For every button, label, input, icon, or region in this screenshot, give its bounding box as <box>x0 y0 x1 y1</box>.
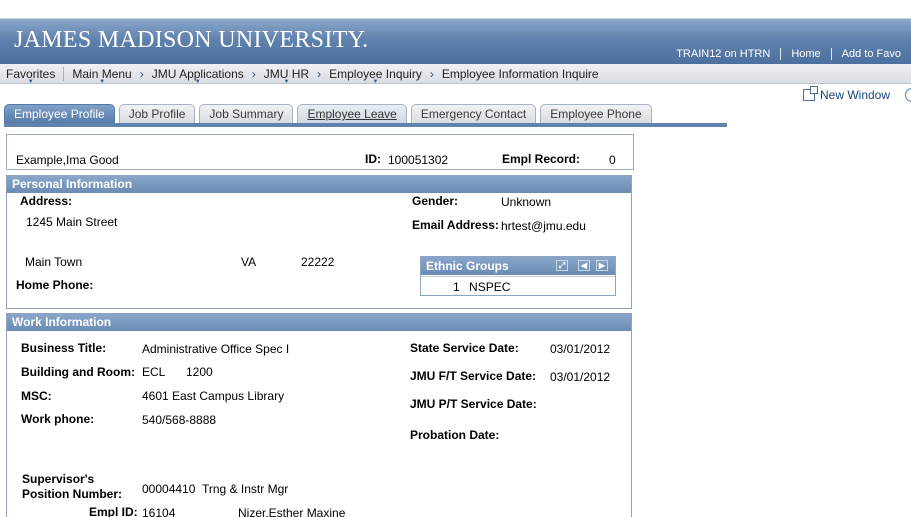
main-menu[interactable]: Main Menu ▼ <box>66 67 137 85</box>
supervisor-label-line2: Position Number: <box>22 487 123 501</box>
address-label: Address: <box>20 194 73 208</box>
tab-underline <box>4 123 727 127</box>
building-value: ECL <box>142 365 166 379</box>
chevron-down-icon: ▼ <box>283 78 290 85</box>
breadcrumb-employee-inquiry[interactable]: Employee Inquiry ▼ <box>323 67 428 85</box>
chevron-right-icon: › <box>429 66 434 81</box>
home-link[interactable]: Home <box>781 48 830 60</box>
banner-links: TRAIN12 on HTRN Home Add to Favo <box>666 48 911 60</box>
ethnic-groups-title: Ethnic Groups <box>426 259 509 273</box>
list-item: 1 NSPEC <box>453 280 510 294</box>
tab-employee-profile[interactable]: Employee Profile <box>4 104 115 124</box>
breadcrumb: Favorites ▼ Main Menu ▼ › JMU Applicatio… <box>0 64 911 85</box>
supervisor-name: Nizer,Esther Maxine <box>238 506 346 517</box>
ft-service-date-label: JMU F/T Service Date: <box>410 369 537 383</box>
environment-label: TRAIN12 on HTRN <box>676 48 771 60</box>
supervisor-label-line1: Supervisor's <box>22 472 95 486</box>
empl-record-label: Empl Record: <box>502 152 581 166</box>
ethnic-group-value: NSPEC <box>469 280 511 294</box>
business-title-value: Administrative Office Spec I <box>142 342 290 356</box>
help-icon[interactable] <box>905 88 911 102</box>
msc-value: 4601 East Campus Library <box>142 389 285 403</box>
next-arrow-icon[interactable]: ▶ <box>596 260 608 271</box>
state-service-date-value: 03/01/2012 <box>550 342 611 356</box>
section-title: Personal Information <box>7 176 631 193</box>
chevron-down-icon: ▼ <box>194 78 201 85</box>
expand-grid-icon[interactable]: ⤢ <box>556 260 568 271</box>
supervisor-empl-id: 16104 <box>142 506 176 517</box>
ethnic-groups-header: Ethnic Groups ⤢ ◀ ▶ <box>421 257 615 275</box>
gender-label: Gender: <box>412 194 459 208</box>
msc-label: MSC: <box>21 389 52 403</box>
breadcrumb-label: Employee Information Inquire <box>441 66 599 81</box>
empl-record: 0 <box>609 153 616 167</box>
section-title: Work Information <box>7 314 631 331</box>
state-service-date-label: State Service Date: <box>410 341 519 355</box>
building-room-label: Building and Room: <box>21 365 135 379</box>
divider <box>421 276 615 277</box>
chevron-down-icon: ▼ <box>372 78 379 85</box>
tab-employee-leave[interactable]: Employee Leave <box>297 104 407 124</box>
business-title-label: Business Title: <box>21 341 107 355</box>
breadcrumb-jmu-hr[interactable]: JMU HR ▼ <box>258 67 315 85</box>
address-line1: 1245 Main Street <box>26 215 118 229</box>
supervisor-position-title: Trng & Instr Mgr <box>202 482 289 496</box>
gender-value: Unknown <box>501 195 552 209</box>
supervisor-position-number: 00004410 <box>142 482 196 496</box>
work-phone-value: 540/568-8888 <box>142 413 217 427</box>
tab-emergency-contact[interactable]: Emergency Contact <box>410 104 537 124</box>
ft-service-date-value: 03/01/2012 <box>550 370 611 384</box>
tab-job-summary[interactable]: Job Summary <box>199 104 294 124</box>
university-logo: JAMES MADISON UNIVERSITY. <box>14 27 369 53</box>
add-to-favorites-link[interactable]: Add to Favo <box>832 48 911 60</box>
university-banner: JAMES MADISON UNIVERSITY. TRAIN12 on HTR… <box>0 0 911 64</box>
chevron-right-icon: › <box>317 66 322 81</box>
previous-arrow-icon[interactable]: ◀ <box>578 260 590 271</box>
address-zip: 22222 <box>301 255 335 269</box>
chevron-down-icon: ▼ <box>27 78 34 85</box>
row-number: 1 <box>453 280 460 294</box>
address-city: Main Town <box>25 255 83 269</box>
employee-id: 100051302 <box>388 153 449 167</box>
tab-employee-phone[interactable]: Employee Phone <box>540 104 652 124</box>
ethnic-groups-grid: Ethnic Groups ⤢ ◀ ▶ 1 NSPEC <box>420 256 616 296</box>
chevron-right-icon: › <box>139 66 144 81</box>
room-value: 1200 <box>186 365 213 379</box>
chevron-down-icon: ▼ <box>99 78 106 85</box>
pt-service-date-label: JMU P/T Service Date: <box>410 397 537 411</box>
employee-name: Example,Ima Good <box>16 153 119 167</box>
new-window-link[interactable]: New Window <box>803 86 891 102</box>
breadcrumb-jmu-applications[interactable]: JMU Applications ▼ <box>146 67 250 85</box>
email-value: hrtest@jmu.edu <box>501 219 586 233</box>
employee-header: Example,Ima Good ID: 100051302 Empl Reco… <box>6 134 634 170</box>
page-tabs: Employee Profile Job Profile Job Summary… <box>4 104 656 124</box>
id-label: ID: <box>365 152 381 166</box>
work-phone-label: Work phone: <box>21 412 95 426</box>
home-phone-label: Home Phone: <box>16 278 94 292</box>
supervisor-empl-id-label: Empl ID: <box>89 505 138 517</box>
divider <box>63 66 65 81</box>
probation-date-label: Probation Date: <box>410 428 500 442</box>
tab-job-profile[interactable]: Job Profile <box>118 104 196 124</box>
new-window-label: New Window <box>820 88 891 102</box>
chevron-right-icon: › <box>251 66 256 81</box>
email-label: Email Address: <box>412 218 499 232</box>
favorites-menu[interactable]: Favorites ▼ <box>0 67 61 85</box>
breadcrumb-employee-information-inquire[interactable]: Employee Information Inquire <box>436 67 605 81</box>
new-window-icon <box>803 86 818 101</box>
address-state: VA <box>241 255 257 269</box>
